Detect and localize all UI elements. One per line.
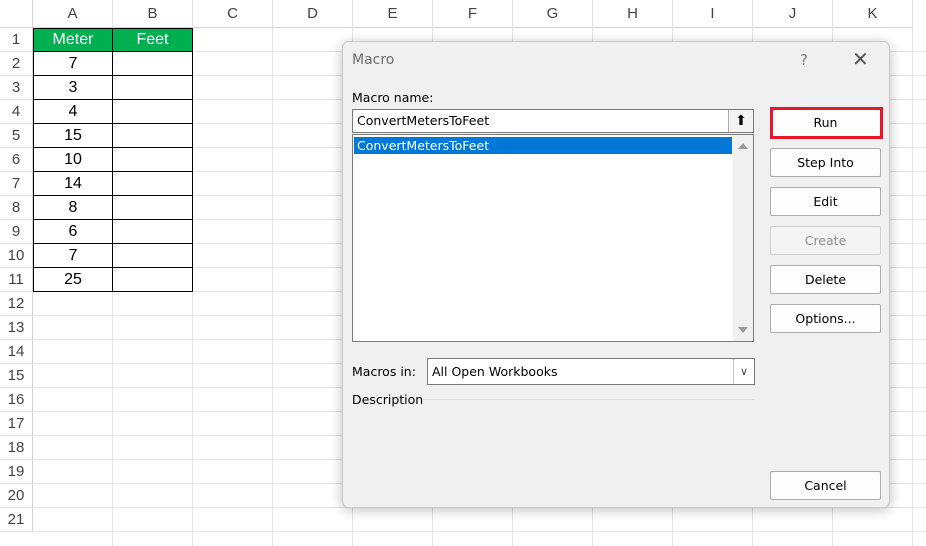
create-button[interactable]: Create	[770, 226, 881, 255]
column-header-j[interactable]: J	[753, 0, 833, 28]
cancel-button[interactable]: Cancel	[770, 471, 881, 500]
list-scrollbar[interactable]	[733, 135, 753, 341]
feet-cell[interactable]	[113, 76, 193, 100]
description-label: Description	[352, 392, 424, 407]
row-header-9[interactable]: 9	[0, 220, 33, 244]
row-header-6[interactable]: 6	[0, 148, 33, 172]
column-header-b[interactable]: B	[113, 0, 193, 28]
column-header-d[interactable]: D	[273, 0, 353, 28]
feet-cell[interactable]	[113, 244, 193, 268]
delete-button[interactable]: Delete	[770, 265, 881, 294]
row-header-5[interactable]: 5	[0, 124, 33, 148]
meter-cell[interactable]: 15	[33, 124, 113, 148]
macro-name-value: ConvertMetersToFeet	[357, 113, 490, 128]
row-header-16[interactable]: 16	[0, 388, 33, 412]
feet-cell[interactable]	[113, 196, 193, 220]
macro-dialog: Macro ? ✕ Macro name: ConvertMetersToFee…	[342, 41, 890, 508]
cancel-label: Cancel	[804, 478, 847, 493]
row-header-12[interactable]: 12	[0, 292, 33, 316]
options-label: Options...	[795, 311, 856, 326]
row-header-19[interactable]: 19	[0, 460, 33, 484]
meter-cell[interactable]: 7	[33, 244, 113, 268]
row-header-13[interactable]: 13	[0, 316, 33, 340]
row-header-18[interactable]: 18	[0, 436, 33, 460]
feet-cell[interactable]	[113, 172, 193, 196]
row-header-1[interactable]: 1	[0, 28, 33, 52]
scroll-up-icon[interactable]	[738, 143, 748, 149]
list-item[interactable]: ConvertMetersToFeet	[354, 137, 732, 154]
meter-cell[interactable]: 14	[33, 172, 113, 196]
row-header-4[interactable]: 4	[0, 100, 33, 124]
column-header-h[interactable]: H	[593, 0, 673, 28]
create-label: Create	[804, 233, 847, 248]
close-icon[interactable]: ✕	[852, 49, 869, 69]
macro-list[interactable]: ConvertMetersToFeet	[352, 134, 754, 342]
macros-in-label: Macros in:	[352, 364, 416, 379]
step-into-button[interactable]: Step Into	[770, 148, 881, 177]
meter-cell[interactable]: 25	[33, 268, 113, 292]
delete-label: Delete	[804, 272, 847, 287]
row-header-2[interactable]: 2	[0, 52, 33, 76]
row-header-11[interactable]: 11	[0, 268, 33, 292]
column-header-e[interactable]: E	[353, 0, 433, 28]
edit-button[interactable]: Edit	[770, 187, 881, 216]
upload-arrow-icon[interactable]: ⬆	[728, 110, 753, 132]
column-header-i[interactable]: I	[673, 0, 753, 28]
column-header-c[interactable]: C	[193, 0, 273, 28]
macros-in-value: All Open Workbooks	[432, 364, 558, 379]
feet-cell[interactable]	[113, 268, 193, 292]
run-label: Run	[813, 115, 838, 130]
feet-cell[interactable]	[113, 220, 193, 244]
row-header-17[interactable]: 17	[0, 412, 33, 436]
meter-header-cell[interactable]: Meter	[33, 28, 113, 52]
row-header-10[interactable]: 10	[0, 244, 33, 268]
feet-cell[interactable]	[113, 100, 193, 124]
meter-cell[interactable]: 6	[33, 220, 113, 244]
options-button[interactable]: Options...	[770, 304, 881, 333]
row-header-21[interactable]: 21	[0, 508, 33, 532]
feet-cell[interactable]	[113, 52, 193, 76]
scroll-down-icon[interactable]	[738, 327, 748, 333]
gridline	[33, 531, 926, 532]
chevron-down-icon[interactable]: ∨	[733, 359, 754, 384]
help-icon[interactable]: ?	[800, 51, 808, 69]
feet-header-cell[interactable]: Feet	[113, 28, 193, 52]
row-header-8[interactable]: 8	[0, 196, 33, 220]
gridline	[912, 28, 913, 546]
column-header-a[interactable]: A	[33, 0, 113, 28]
select-all-corner[interactable]	[0, 0, 33, 28]
row-header-20[interactable]: 20	[0, 484, 33, 508]
meter-cell[interactable]: 8	[33, 196, 113, 220]
description-divider	[423, 399, 755, 400]
feet-cell[interactable]	[113, 148, 193, 172]
meter-cell[interactable]: 4	[33, 100, 113, 124]
edit-label: Edit	[813, 194, 838, 209]
meter-cell[interactable]: 10	[33, 148, 113, 172]
row-header-14[interactable]: 14	[0, 340, 33, 364]
column-header-g[interactable]: G	[513, 0, 593, 28]
macros-in-select[interactable]: All Open Workbooks ∨	[427, 358, 755, 385]
column-header-f[interactable]: F	[433, 0, 513, 28]
run-button[interactable]: Run	[770, 108, 881, 137]
row-header-3[interactable]: 3	[0, 76, 33, 100]
meter-cell[interactable]: 3	[33, 76, 113, 100]
feet-cell[interactable]	[113, 124, 193, 148]
meter-cell[interactable]: 7	[33, 52, 113, 76]
macro-name-input[interactable]: ConvertMetersToFeet	[352, 109, 754, 133]
gridline	[272, 28, 273, 546]
row-header-7[interactable]: 7	[0, 172, 33, 196]
row-header-15[interactable]: 15	[0, 364, 33, 388]
dialog-title: Macro	[352, 52, 395, 68]
macro-name-label: Macro name:	[352, 90, 434, 105]
step-into-label: Step Into	[797, 155, 854, 170]
column-header-k[interactable]: K	[833, 0, 913, 28]
